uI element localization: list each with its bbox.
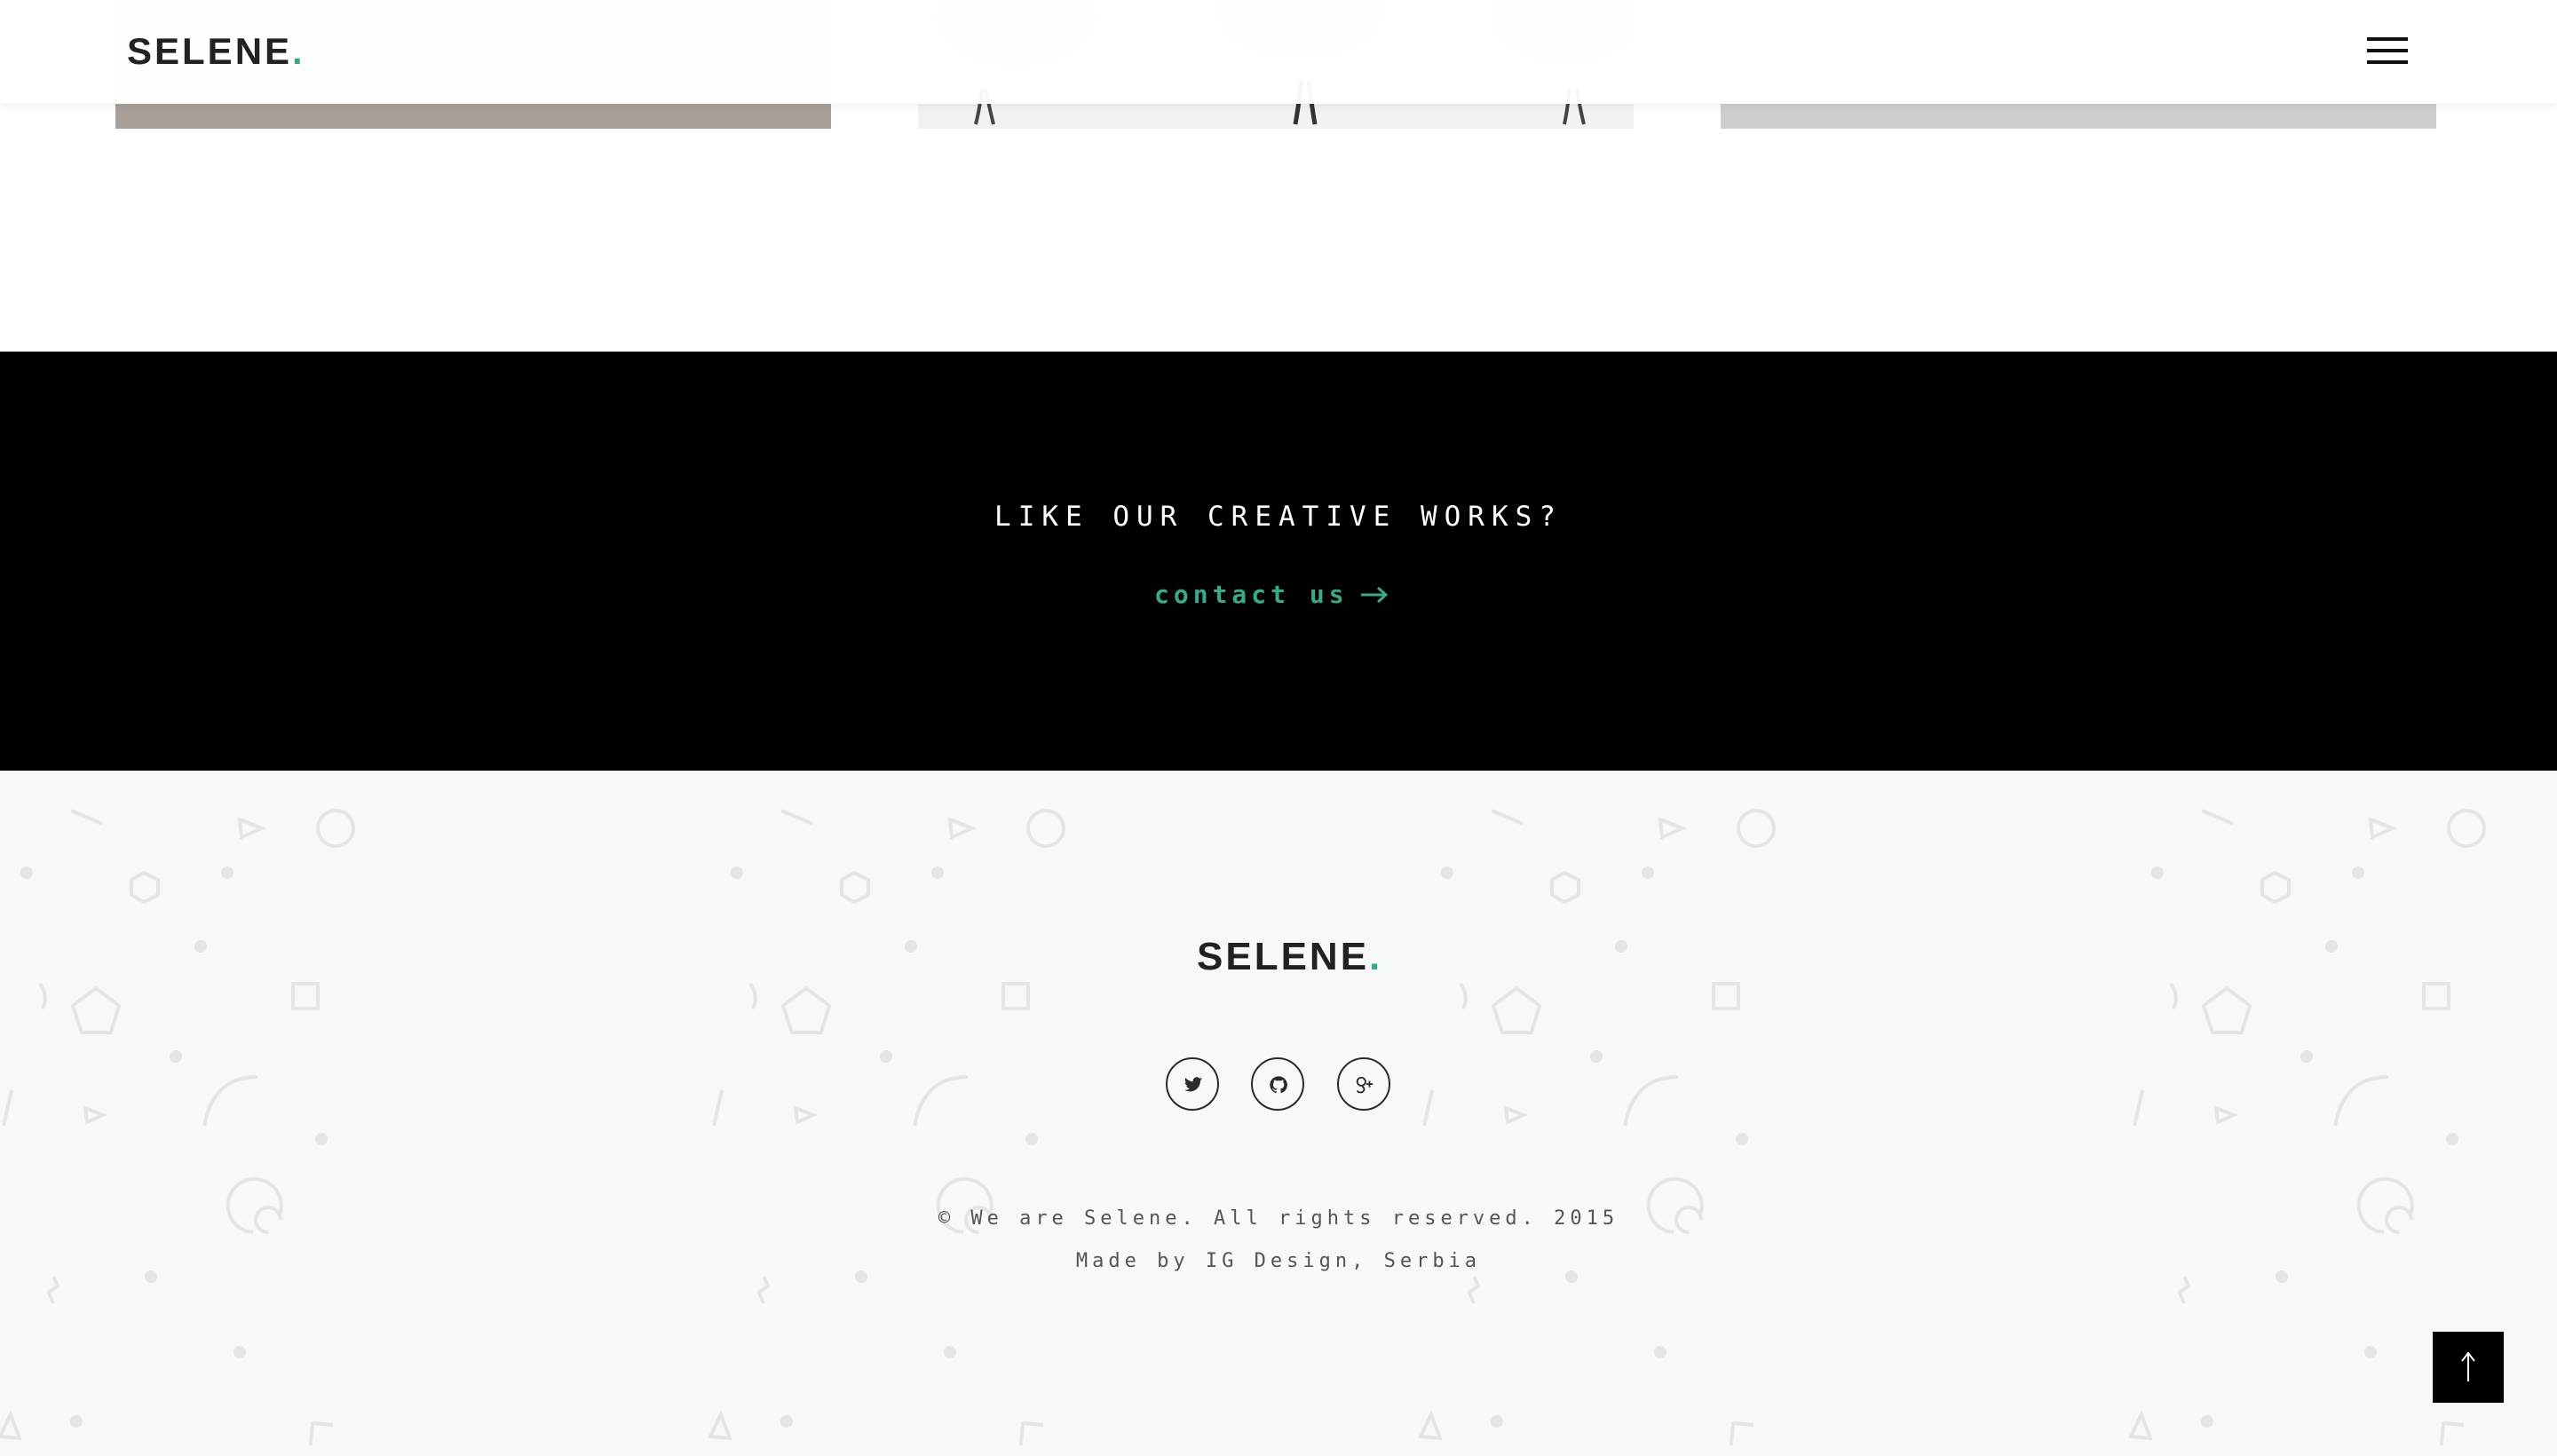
contact-us-label: contact us [1154, 580, 1349, 609]
footer-logo[interactable]: SELENE. [1197, 932, 1382, 982]
copyright-text: © We are Selene. All rights reserved. 20… [938, 1207, 1619, 1230]
logo-text: SELENE [127, 30, 293, 72]
logo-text: SELENE [1197, 935, 1370, 978]
github-link[interactable] [1251, 1057, 1304, 1111]
credits-text: Made by IG Design, Serbia [1075, 1250, 1482, 1272]
google-plus-link[interactable] [1337, 1057, 1390, 1111]
back-to-top-button[interactable] [2433, 1332, 2504, 1403]
logo-dot: . [1369, 935, 1383, 978]
google-plus-icon [1356, 1076, 1373, 1094]
cta-title: LIKE OUR CREATIVE WORKS? [994, 501, 1563, 533]
twitter-link[interactable] [1166, 1057, 1219, 1111]
cta-section: LIKE OUR CREATIVE WORKS? contact us [0, 352, 2557, 771]
decorative-pattern [0, 809, 2486, 1447]
twitter-icon [1184, 1077, 1203, 1092]
arrow-up-icon [2461, 1351, 2475, 1381]
logo-dot: . [292, 30, 305, 72]
site-footer: SELENE. © We are Selene. All rights rese… [0, 771, 2557, 1456]
hamburger-menu-icon[interactable] [2365, 34, 2410, 69]
site-logo[interactable]: SELENE. [127, 27, 305, 76]
site-header: SELENE. [0, 0, 2557, 104]
contact-us-link[interactable]: contact us [1154, 577, 1403, 613]
arrow-right-icon [1361, 586, 1389, 604]
github-icon [1270, 1076, 1287, 1094]
